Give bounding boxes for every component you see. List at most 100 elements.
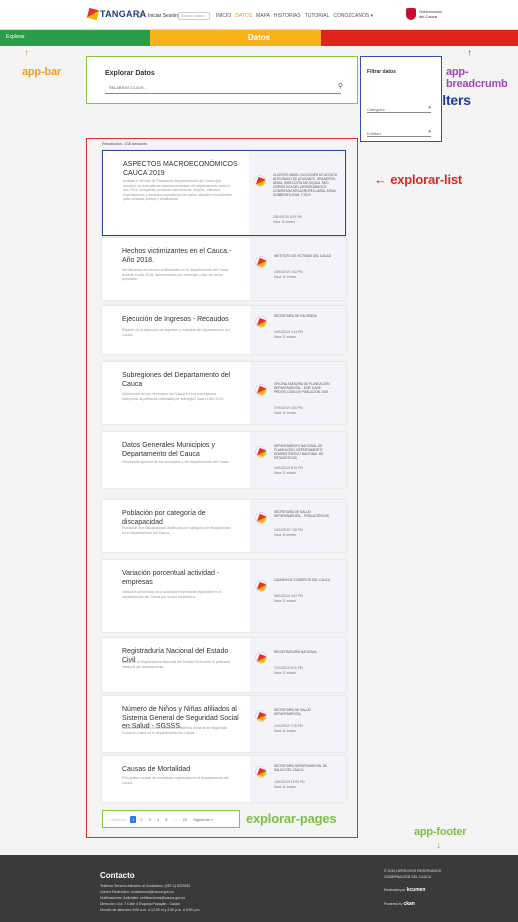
footer-line: Teléfono Servicio Atención al Ciudadano:… [100, 884, 191, 888]
dataset-title[interactable]: ASPECTOS MACROECONÓMICOS CAUCA 2019 [123, 161, 243, 178]
dataset-meta: SECRETARÍA DE SALUD DEPARTAMENTAL - POBL… [250, 500, 346, 552]
top-search-input[interactable]: Buscar datos [178, 12, 210, 20]
pager-page[interactable]: 5 [163, 816, 169, 823]
pager-page[interactable]: 4 [155, 816, 161, 823]
filters-title: Filtrar datos [367, 69, 396, 75]
dataset-date: 15/04/2019 6:03 PM [273, 215, 302, 219]
dataset-age: Hace 11 meses [274, 671, 296, 675]
footer-line[interactable]: Notificaciones Judiciales: notificacione… [100, 896, 185, 900]
footer-rights: © 2019 DERECHOS RESERVADOS [384, 869, 442, 873]
dataset-age: Hace 11 meses [274, 785, 296, 789]
dataset-title[interactable]: Causas de Mortalidad [122, 766, 242, 775]
organization-logo-icon [255, 710, 267, 722]
dataset-title[interactable]: Población por categoría de discapacidad [122, 510, 242, 527]
category-select[interactable]: Categoría [367, 103, 431, 113]
footer-line: Horario de atención: 8:00 a.m. a 12:00 m… [100, 908, 201, 912]
dataset-card[interactable]: Variación porcentual actividad - empresa… [102, 560, 346, 632]
user-icon[interactable]: ☺ [135, 10, 144, 20]
gobernacion-logo[interactable]: Gobernación del Cauca [406, 8, 442, 20]
dataset-card[interactable]: Hechos victimizantes en el Cauca.- Año 2… [102, 238, 346, 300]
dataset-description: Población con discapacidad clasificada p… [122, 526, 231, 535]
dataset-age: Hace 11 meses [274, 729, 296, 733]
dataset-organization[interactable]: SECRETARÍA DE SALUD DEPARTAMENTAL [274, 708, 338, 716]
dataset-organization[interactable]: SECRETARÍA DE SALUD DEPARTAMENTAL - POBL… [274, 510, 338, 518]
dataset-organization[interactable]: INSTITUTO DE VÍCTIMAS DEL CAUCA [274, 254, 338, 258]
login-link[interactable]: Iniciar Sesión [148, 13, 178, 19]
app-bar: Explorar Datos [0, 30, 518, 46]
results-count: Resultados: 338 datasets [102, 141, 148, 146]
search-icon[interactable]: ⚲ [338, 82, 343, 90]
dataset-card[interactable]: Datos Generales Municipios y Departament… [102, 432, 346, 488]
dataset-organization[interactable]: SECRETARÍA DE HACIENDA [274, 314, 338, 318]
dataset-organization[interactable]: DEPARTAMENTO NACIONAL DE PLANEACIÓN; DEP… [274, 444, 338, 460]
explorar-search: Explorar Datos PALABRAS CLAVE... ⚲ [86, 56, 358, 104]
dataset-title[interactable]: Hechos victimizantes en el Cauca.- Año 2… [122, 248, 242, 265]
menu-item-historias[interactable]: HISTORIAS [274, 13, 301, 19]
dataset-meta: REGISTRADURÍA NACIONAL 11/04/2019 8:10 PM… [250, 638, 346, 692]
dataset-age: Hace 11 meses [273, 220, 295, 224]
dataset-date: 14/04/2019 4:32 PM [274, 270, 303, 274]
dataset-organization[interactable]: OFICINA ASESORA DE PLANEACIÓN DEPARTAMEN… [274, 382, 338, 394]
menu-item-tutorial[interactable]: TUTORIAL [305, 13, 330, 19]
organization-logo-icon [255, 512, 267, 524]
annotation-app-bar: app-bar [22, 66, 61, 78]
entity-select[interactable]: Entidad [367, 127, 431, 137]
dataset-organization[interactable]: REGISTRADURÍA NACIONAL [274, 650, 338, 654]
explorar-item[interactable]: ASPECTOS MACROECONÓMICOS CAUCA 2019 Análi… [102, 150, 346, 236]
dataset-card[interactable]: Subregiones del Departamento del Cauca Di… [102, 362, 346, 424]
dataset-title[interactable]: Ejecución de Ingresos - Recaudos [122, 316, 242, 325]
footer-title: Contacto [100, 871, 135, 880]
dataset-card[interactable]: Población por categoría de discapacidad P… [102, 500, 346, 552]
annotation-breadcrumb: app-breadcrumb [446, 66, 508, 90]
menu-item-conozcanos[interactable]: CONOZCANOS ▾ [333, 13, 373, 19]
dataset-card[interactable]: Causas de Mortalidad Principales causas d… [102, 756, 346, 802]
menu-item-mapa[interactable]: MAPA [256, 13, 270, 19]
dataset-age: Hace 11 meses [274, 411, 296, 415]
dataset-organization[interactable]: SECRETARÍA DEPARTAMENTAL DE SALUD DEL CA… [274, 764, 338, 772]
kcumen-credit[interactable]: Realizado por kcumen [384, 887, 426, 893]
footer-gov-name: GOBERNACIÓN DEL CAUCA [384, 875, 432, 879]
organization-logo-icon [255, 384, 267, 396]
dataset-card[interactable]: Ejecución de Ingresos - Recaudos Reporte … [102, 306, 346, 354]
annotation-footer: app-footer [414, 826, 467, 838]
explorar-pages: « Anterior 1 2 3 4 5 ... 22 Siguiente » [102, 810, 240, 828]
arrow-down-icon: ↓ [436, 840, 441, 851]
ckan-credit[interactable]: Powered by ckan [384, 901, 415, 907]
gov-line-2: del Cauca [419, 14, 438, 19]
pager-page[interactable]: 3 [147, 816, 153, 823]
dataset-date: 14/04/2019 7:55 PM [274, 528, 303, 532]
dataset-organization[interactable]: CLUSTER ANGEL GLOCKNER DE ACOSTA INTEGRA… [273, 173, 337, 197]
dataset-title[interactable]: Variación porcentual actividad - empresa… [122, 570, 242, 587]
pager-next[interactable]: Siguiente » [191, 816, 215, 823]
dataset-title[interactable]: Subregiones del Departamento del Cauca [122, 372, 242, 389]
dataset-card[interactable]: Registraduría Nacional del Estado Civil D… [102, 638, 346, 692]
dataset-date: 10/04/2019 12:08 PM [274, 780, 305, 784]
organization-logo-icon [255, 446, 267, 458]
dataset-meta: INSTITUTO DE VÍCTIMAS DEL CAUCA 14/04/201… [250, 238, 346, 300]
pager-page[interactable]: 2 [138, 816, 144, 823]
dataset-description: Datos de la Registraduría Nacional del E… [122, 660, 230, 669]
dataset-date: 14/04/2019 3:14 PM [274, 330, 303, 334]
pager-page[interactable]: 1 [130, 815, 137, 823]
dataset-title[interactable]: Datos Generales Municipios y Departament… [122, 442, 242, 459]
pager-prev[interactable]: « Anterior [107, 816, 128, 823]
footer-line[interactable]: Correo Electrónico: contactenos@cauca.go… [100, 890, 174, 894]
dataset-age: Hace 11 meses [274, 599, 296, 603]
menu-item-datos[interactable]: DATOS [235, 13, 252, 19]
menu-item-inicio[interactable]: INICIO [216, 13, 231, 19]
dataset-description: Información general de los municipios y … [122, 460, 230, 464]
tangara-bird-icon [86, 7, 100, 21]
dataset-description: Identificación de hechos victimizantes e… [122, 268, 229, 281]
dataset-organization[interactable]: CÁMARA DE COMERCIO DEL CAUCA [274, 578, 338, 582]
app-footer: Contacto Teléfono Servicio Atención al C… [0, 855, 518, 922]
organization-logo-icon [255, 580, 267, 592]
dataset-meta: CLUSTER ANGEL GLOCKNER DE ACOSTA INTEGRA… [249, 151, 345, 235]
pager-page[interactable]: 22 [181, 816, 189, 823]
dataset-card[interactable]: Número de Niños y Niñas afiliados al Sis… [102, 696, 346, 752]
search-input[interactable]: PALABRAS CLAVE... [105, 80, 341, 94]
shield-icon [406, 8, 416, 20]
footer-line: Dirección: Cra. 7 Calle 4 Esquina Popayá… [100, 902, 180, 906]
dataset-description: Variación porcentual de la actividad emp… [122, 590, 222, 599]
dataset-date: 14/04/2019 8:15 PM [274, 466, 303, 470]
main-menu: INICIO DATOS MAPA HISTORIAS TUTORIAL CON… [216, 13, 373, 19]
